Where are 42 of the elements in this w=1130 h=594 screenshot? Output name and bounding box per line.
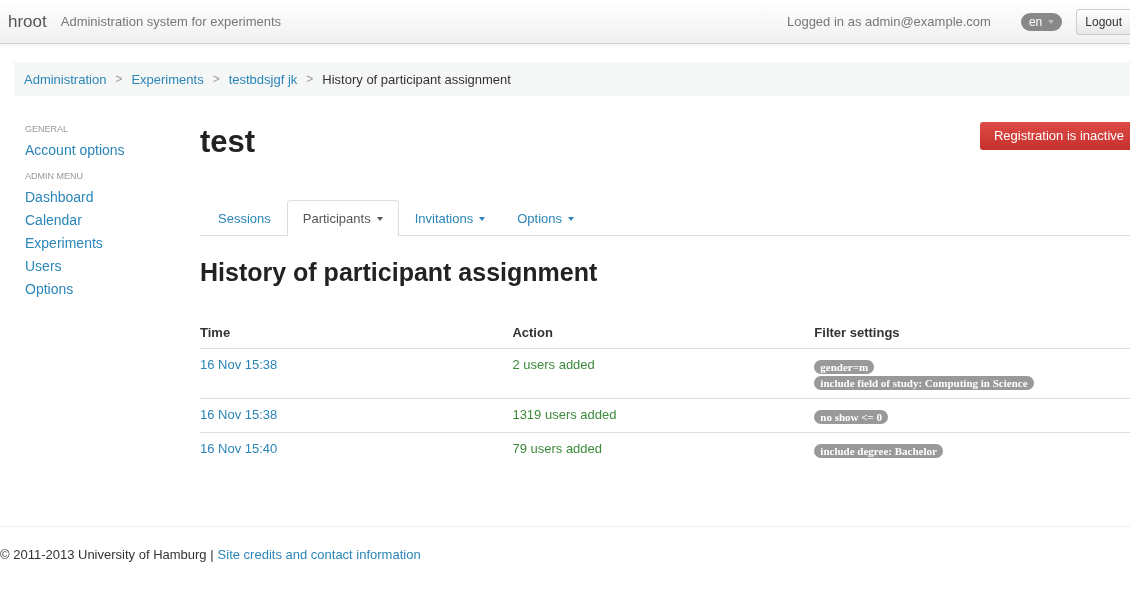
time-link[interactable]: 16 Nov 15:38 — [200, 357, 278, 372]
breadcrumb-separator: > — [115, 72, 123, 86]
experiment-title: test — [200, 124, 256, 160]
tab[interactable]: Invitations — [398, 200, 502, 236]
sidebar-item[interactable]: Dashboard — [25, 189, 200, 205]
breadcrumb-link[interactable]: testbdsjgf jk — [228, 71, 298, 87]
sidebar-item[interactable]: Users — [25, 258, 200, 274]
action-text: 79 users added — [512, 441, 603, 456]
sidebar-item[interactable]: Options — [25, 281, 200, 297]
sidebar-item[interactable]: Account options — [25, 142, 200, 158]
page-title: History of participant assignment — [200, 258, 599, 287]
tagline: Administration system for experiments — [60, 14, 282, 29]
tab[interactable]: Participants — [286, 200, 399, 236]
breadcrumb-link[interactable]: Administration — [24, 71, 107, 87]
breadcrumb-separator: > — [212, 72, 220, 86]
sidebar-header: GENERAL — [25, 124, 69, 134]
column-header: Filter settings — [814, 325, 900, 340]
brand-name[interactable]: hroot — [8, 11, 47, 32]
filter-badge: no show <= 0 — [814, 410, 889, 424]
filter-badge: include field of study: Computing in Science — [814, 376, 1034, 390]
column-header: Action — [512, 325, 553, 340]
breadcrumb-separator: > — [306, 72, 314, 86]
time-link[interactable]: 16 Nov 15:38 — [200, 407, 278, 422]
time-link[interactable]: 16 Nov 15:40 — [200, 441, 278, 456]
tab[interactable]: Options — [501, 200, 591, 236]
footer-link[interactable]: Site credits and contact information — [217, 547, 421, 562]
filter-badge: include degree: Bachelor — [814, 444, 943, 458]
tab[interactable]: Sessions — [202, 200, 287, 236]
logout-button[interactable]: Logout — [1076, 8, 1130, 35]
breadcrumb-link[interactable]: Experiments — [131, 71, 204, 87]
sidebar-item[interactable]: Experiments — [25, 235, 200, 251]
registration-button[interactable]: Registration is inactive — [979, 122, 1130, 150]
login-status: Logged in as admin@example.com — [786, 14, 991, 29]
action-text: 1319 users added — [512, 407, 617, 422]
sidebar-item[interactable]: Calendar — [25, 212, 200, 228]
filter-badge: gender=m — [814, 360, 875, 374]
language-dropdown[interactable]: en — [1020, 12, 1063, 31]
column-header: Time — [200, 325, 231, 340]
sidebar-header: ADMIN MENU — [25, 171, 84, 181]
copyright-text: © 2011-2013 University of Hamburg | — [0, 547, 214, 562]
breadcrumb-current: History of participant assignment — [322, 71, 511, 87]
action-text: 2 users added — [512, 357, 595, 372]
